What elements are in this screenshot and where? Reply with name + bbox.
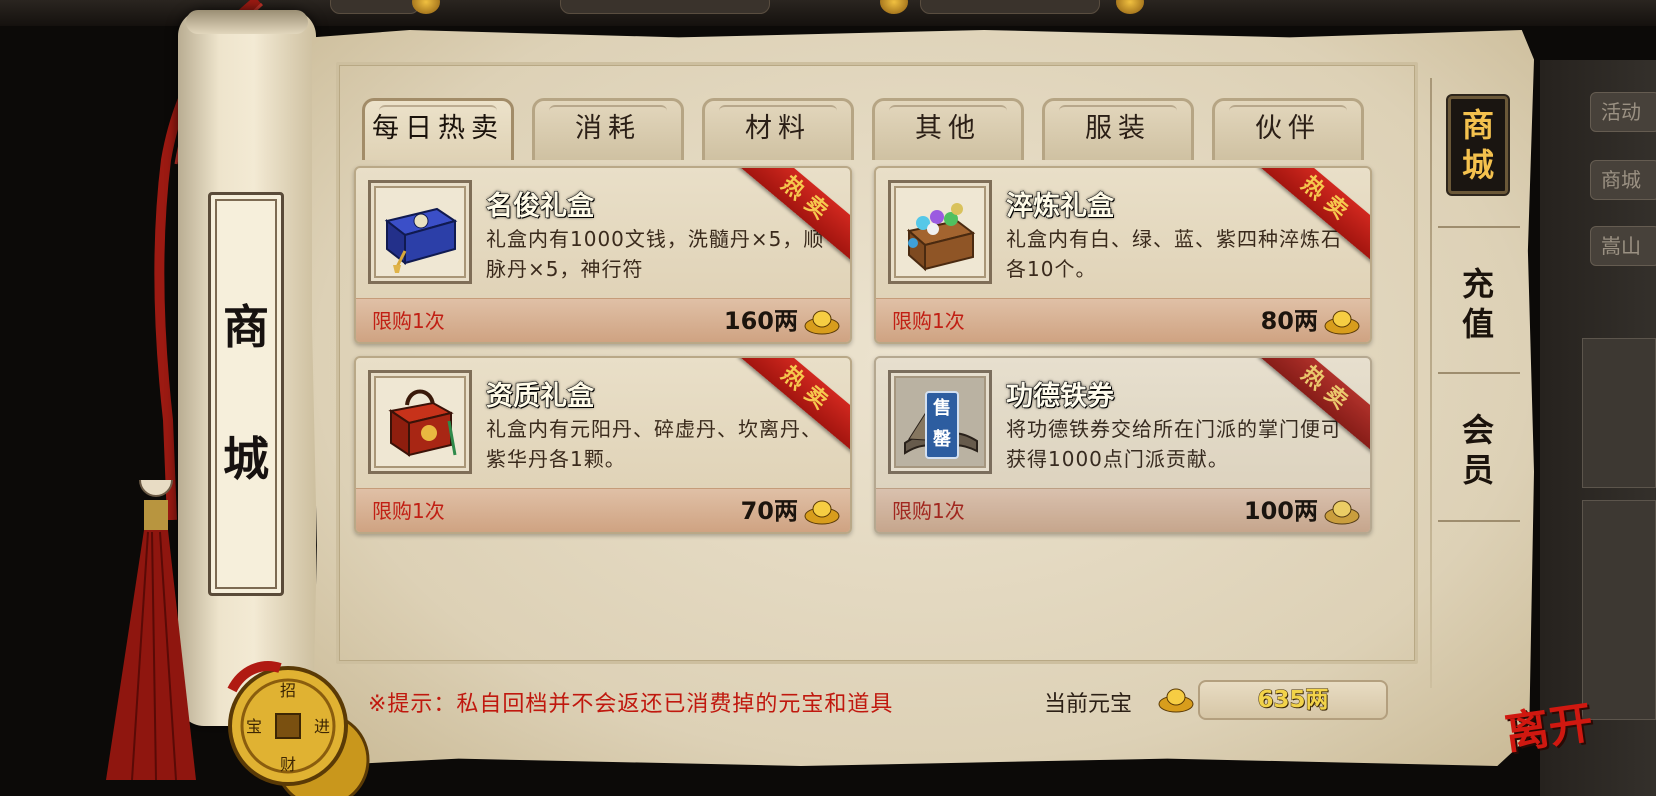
side-card bbox=[1582, 500, 1656, 720]
hint-text: ※提示：私自回档并不会返还已消费掉的元宝和道具 bbox=[368, 692, 894, 717]
shop-item-card[interactable]: 名俊礼盒 礼盒内有1000文钱，洗髓丹×5，顺脉丹×5，神行符 限购1次 160… bbox=[354, 166, 852, 344]
shop-item-card[interactable]: 淬炼礼盒 礼盒内有白、绿、蓝、紫四种淬炼石各10个。 限购1次 80两 热卖 bbox=[874, 166, 1372, 344]
side-card bbox=[1582, 338, 1656, 488]
gold-ingot-icon bbox=[1324, 500, 1360, 525]
fortune-coins-icon[interactable]: 招 财 进 宝 bbox=[222, 660, 382, 796]
nav-separator bbox=[1438, 520, 1520, 522]
gem-chest-icon bbox=[906, 203, 976, 272]
item-icon-frame bbox=[888, 180, 992, 284]
purchase-limit: 限购1次 bbox=[372, 309, 445, 333]
item-name: 名俊礼盒 bbox=[486, 191, 595, 223]
scroll-title-char: 商 bbox=[223, 300, 269, 354]
nav-divider bbox=[1430, 78, 1432, 688]
item-price: 80两 bbox=[1260, 307, 1318, 335]
item-name: 资质礼盒 bbox=[486, 381, 595, 413]
tab-partners[interactable]: 伙伴 bbox=[1212, 98, 1364, 160]
tab-costumes[interactable]: 服装 bbox=[1042, 98, 1194, 160]
red-lantern-box-icon bbox=[388, 389, 457, 457]
nav-label-char: 值 bbox=[1461, 305, 1494, 343]
nav-label-char: 城 bbox=[1461, 146, 1494, 184]
tab-consumables[interactable]: 消耗 bbox=[532, 98, 684, 160]
gold-ingot-icon bbox=[804, 500, 840, 525]
nav-shop-button[interactable]: 商 城 bbox=[1448, 96, 1508, 194]
item-name: 淬炼礼盒 bbox=[1006, 191, 1115, 223]
nav-separator bbox=[1438, 226, 1520, 228]
gold-ingot-icon bbox=[880, 0, 908, 14]
nav-separator bbox=[1438, 372, 1520, 374]
item-price: 160两 bbox=[723, 307, 798, 335]
add-icon[interactable] bbox=[1116, 0, 1144, 14]
resource-slot bbox=[560, 0, 770, 14]
gold-ingot-icon bbox=[804, 310, 840, 335]
shop-item-card[interactable]: 售罄 功德铁券 将功德铁券交给所在门派的掌门便可获得1000点门派贡献。 限购1… bbox=[874, 356, 1372, 534]
tab-materials[interactable]: 材料 bbox=[702, 98, 854, 160]
tab-others[interactable]: 其他 bbox=[872, 98, 1024, 160]
purchase-limit: 限购1次 bbox=[892, 499, 965, 523]
item-description: 将功德铁券交给所在门派的掌门便可获得1000点门派贡献。 bbox=[1006, 417, 1342, 471]
blue-gift-box-icon bbox=[384, 207, 458, 273]
item-description: 礼盒内有白、绿、蓝、紫四种淬炼石各10个。 bbox=[1006, 227, 1342, 281]
coin-char: 财 bbox=[280, 755, 296, 774]
gold-ingot-icon bbox=[1324, 310, 1360, 335]
item-price: 70两 bbox=[740, 497, 798, 525]
purchase-limit: 限购1次 bbox=[372, 499, 445, 523]
resource-slot bbox=[920, 0, 1100, 14]
side-shop-button[interactable]: 商城 bbox=[1590, 160, 1656, 200]
item-name: 功德铁券 bbox=[1006, 381, 1115, 413]
shop-item-card[interactable]: 资质礼盒 礼盒内有元阳丹、碎虚丹、坎离丹、紫华丹各1颗。 限购1次 70两 热卖 bbox=[354, 356, 852, 534]
item-price: 100两 bbox=[1243, 497, 1318, 525]
side-location-button[interactable]: 嵩山 bbox=[1590, 226, 1656, 266]
nav-label-char: 会 bbox=[1461, 411, 1494, 449]
scroll-title-plaque: 商 城 bbox=[208, 192, 284, 596]
item-description: 礼盒内有元阳丹、碎虚丹、坎离丹、紫华丹各1颗。 bbox=[486, 417, 822, 471]
add-icon[interactable] bbox=[412, 0, 440, 14]
balance-value: 635两 bbox=[1198, 680, 1388, 720]
scroll-title-char: 城 bbox=[223, 432, 269, 486]
side-activity-button[interactable]: 活动 bbox=[1590, 92, 1656, 132]
item-icon-frame bbox=[368, 370, 472, 474]
coin-char: 进 bbox=[314, 717, 330, 736]
item-description: 礼盒内有1000文钱，洗髓丹×5，顺脉丹×5，神行符 bbox=[486, 227, 825, 281]
balance-label: 当前元宝 bbox=[1044, 692, 1133, 717]
gold-ingot-icon bbox=[1158, 688, 1194, 713]
leave-button[interactable]: 离开 bbox=[1498, 680, 1599, 778]
purchase-limit: 限购1次 bbox=[892, 309, 965, 333]
item-icon-frame bbox=[368, 180, 472, 284]
coin-char: 招 bbox=[280, 681, 296, 700]
nav-recharge-button[interactable]: 充 值 bbox=[1448, 264, 1508, 344]
tassel-icon bbox=[106, 480, 196, 780]
category-tabs: 每日热卖 消耗 材料 其他 服装 伙伴 bbox=[362, 98, 1364, 160]
soldout-tag: 售罄 bbox=[925, 391, 959, 459]
item-icon-frame: 售罄 bbox=[888, 370, 992, 474]
nav-membership-button[interactable]: 会 员 bbox=[1448, 410, 1508, 490]
tab-daily-hot[interactable]: 每日热卖 bbox=[362, 98, 514, 160]
nav-label-char: 充 bbox=[1461, 265, 1494, 303]
nav-label-char: 员 bbox=[1461, 451, 1494, 489]
coin-char: 宝 bbox=[246, 717, 262, 736]
resource-slot bbox=[330, 0, 420, 14]
nav-label-char: 商 bbox=[1461, 106, 1494, 144]
